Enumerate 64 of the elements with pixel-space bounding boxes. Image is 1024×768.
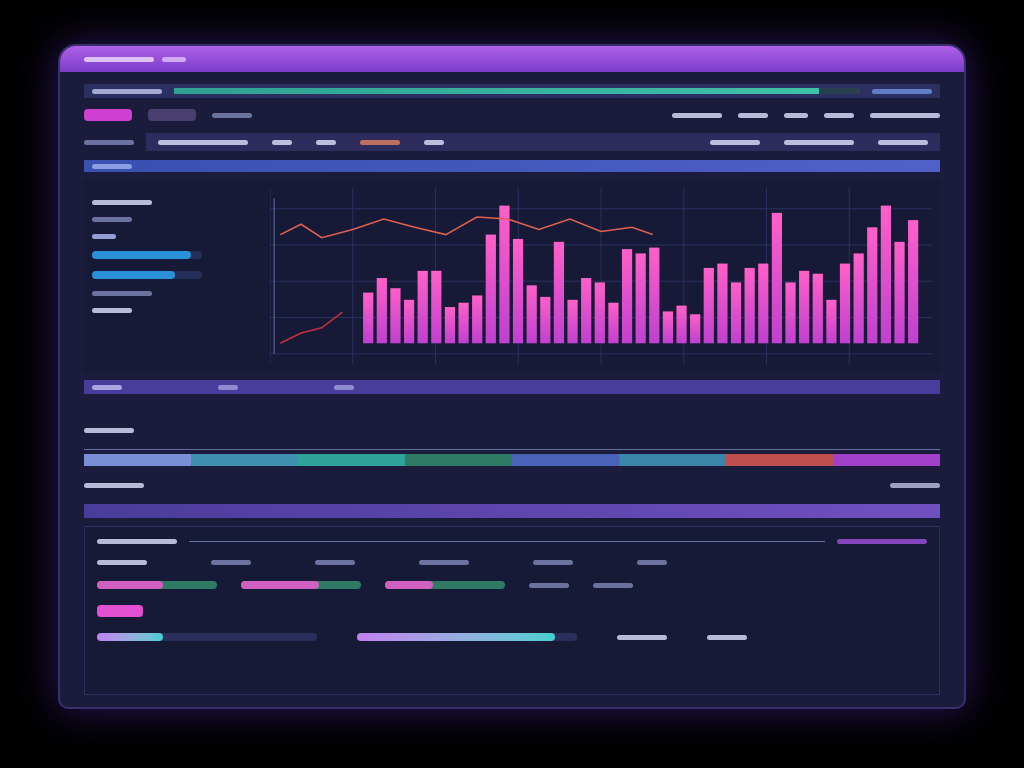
illegible-text <box>272 139 292 145</box>
illegible-text <box>419 560 469 565</box>
chart-bar <box>690 314 701 344</box>
illegible-text <box>878 139 928 145</box>
chart-bar <box>662 311 674 344</box>
illegible-text <box>334 384 354 390</box>
illegible-text <box>211 560 251 565</box>
illegible-text <box>92 200 152 205</box>
illegible-text <box>84 56 154 62</box>
illegible-text <box>84 482 144 488</box>
illegible-text <box>872 88 932 94</box>
illegible-text <box>784 139 854 145</box>
illegible-text <box>707 634 747 640</box>
illegible-text <box>84 139 134 145</box>
illegible-text <box>360 139 400 145</box>
chart-bar <box>444 307 456 344</box>
chart-bar <box>363 292 374 344</box>
chart-bar <box>403 299 415 344</box>
chart-bar <box>458 302 469 344</box>
illegible-text <box>637 560 667 565</box>
tab[interactable] <box>84 109 132 121</box>
illegible-text <box>738 112 768 118</box>
chart-bar <box>376 278 387 344</box>
chart-bar <box>594 282 605 344</box>
illegible-text <box>890 482 940 488</box>
tab[interactable] <box>148 109 196 121</box>
illegible-text <box>710 139 760 145</box>
illegible-text <box>92 291 152 296</box>
illegible-text <box>92 163 132 169</box>
illegible-text <box>870 112 940 118</box>
illegible-text <box>218 384 238 390</box>
chart-bar <box>608 302 619 344</box>
chart-bar <box>812 273 823 344</box>
chart-bar <box>785 282 796 344</box>
tag <box>97 605 143 617</box>
chart-bar <box>390 288 401 344</box>
chart-bar <box>540 296 551 344</box>
chart-bar <box>581 278 592 344</box>
illegible-text <box>212 112 252 118</box>
illegible-text <box>315 560 355 565</box>
illegible-text <box>92 308 132 313</box>
chart-bar <box>472 295 483 344</box>
chart-bar <box>826 299 837 344</box>
illegible-text <box>824 112 854 118</box>
illegible-text <box>92 234 116 239</box>
chart-bar <box>567 299 578 344</box>
illegible-text <box>529 582 569 588</box>
trend-line <box>279 311 344 345</box>
illegible-text <box>92 88 162 94</box>
illegible-text <box>784 112 808 118</box>
illegible-text <box>424 139 444 145</box>
chart-bar <box>730 282 742 344</box>
illegible-text <box>84 428 134 433</box>
illegible-text <box>162 56 186 62</box>
illegible-text <box>533 560 573 565</box>
chart-bar <box>676 305 687 344</box>
illegible-text <box>593 582 633 588</box>
illegible-text <box>316 139 336 145</box>
illegible-text <box>92 217 132 222</box>
illegible-text <box>672 112 722 118</box>
illegible-text <box>617 634 667 640</box>
illegible-text <box>92 384 122 390</box>
illegible-text <box>97 560 147 565</box>
chart-bar <box>526 285 537 344</box>
